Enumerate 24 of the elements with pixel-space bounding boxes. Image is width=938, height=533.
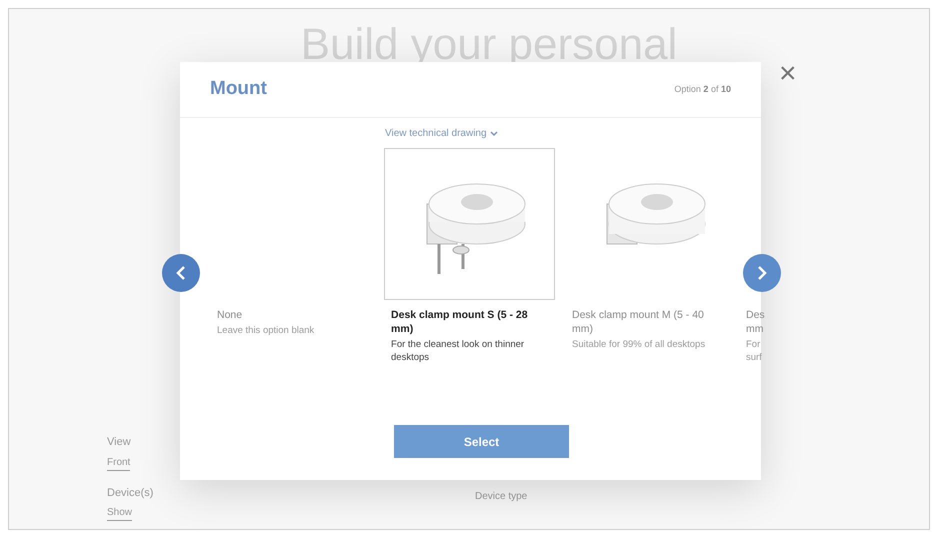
setting-option[interactable]: Front (107, 454, 130, 470)
chevron-left-icon (176, 266, 186, 280)
select-button[interactable]: Select (394, 425, 569, 458)
next-button[interactable] (743, 254, 781, 292)
option-description: Suitable for 99% of all desktops (572, 338, 706, 351)
option-title: Desk clamp mount S (5 - 28 mm) (391, 308, 529, 336)
option-description: For the cleanest look on thinner desktops (391, 338, 526, 364)
modal-title: Mount (210, 77, 267, 102)
setting-label: Device(s) (107, 486, 154, 500)
option-title: Desk clamp mount M (5 - 40 mm) (572, 308, 705, 336)
setting-label: View (107, 435, 132, 450)
spec-label: Device type (475, 490, 528, 504)
technical-drawing-link[interactable]: View technical drawing (385, 126, 498, 141)
option-description: Leave this option blank (217, 324, 316, 337)
chevron-down-icon (490, 130, 498, 136)
close-button[interactable]: × (779, 59, 797, 89)
previous-button[interactable] (162, 254, 200, 292)
chevron-right-icon (757, 266, 767, 280)
option-card[interactable]: None Leave this option blank (217, 148, 384, 364)
setting-option[interactable]: Show (107, 505, 132, 521)
option-card[interactable]: Desk clamp mount M (5 - 40 mm) Suitable for 99% of all desktops (565, 148, 736, 364)
option-description: For surf (746, 338, 761, 364)
option-counter: Option 2 of 10 (674, 82, 731, 96)
option-title: None (217, 308, 244, 322)
